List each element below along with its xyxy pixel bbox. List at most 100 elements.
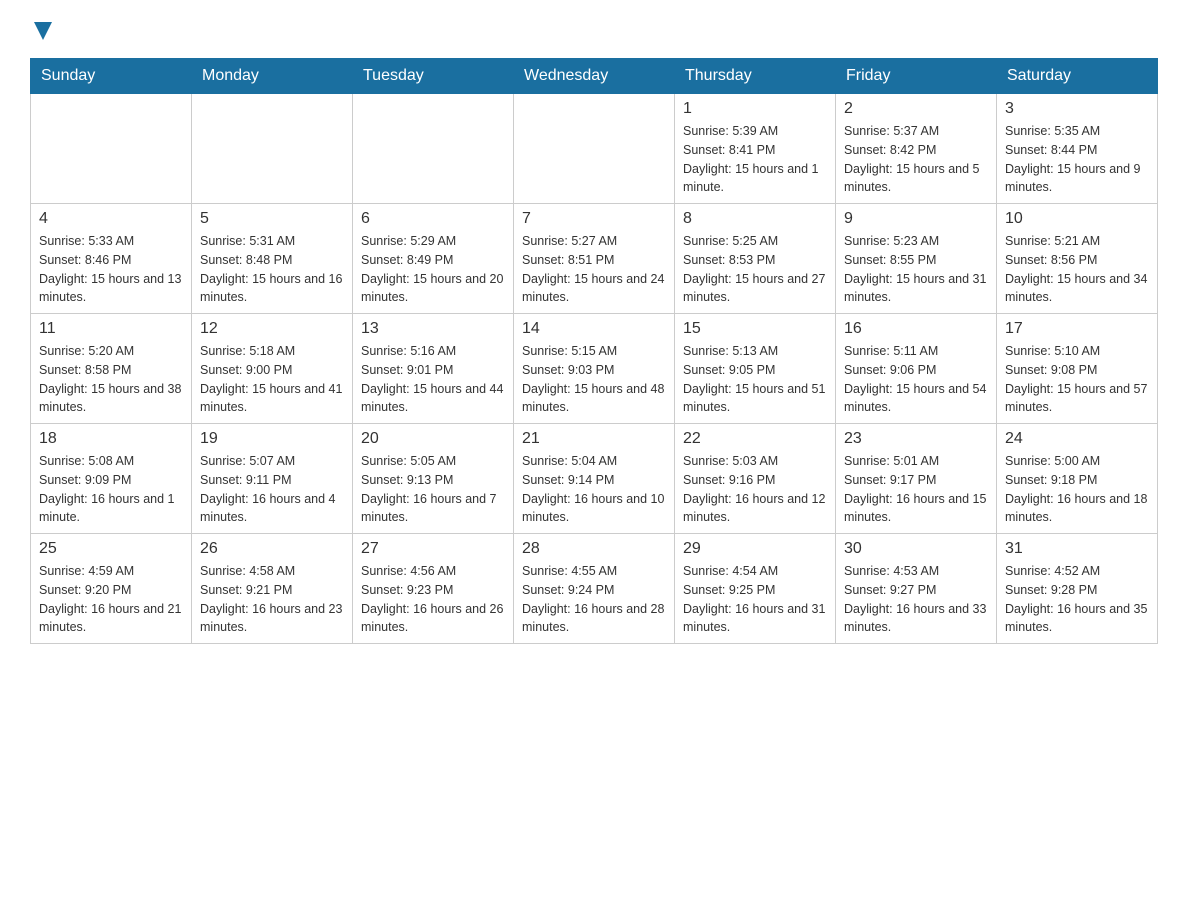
calendar-cell: 16 Sunrise: 5:11 AM Sunset: 9:06 PM Dayli…	[836, 314, 997, 424]
day-info: Sunrise: 5:16 AM Sunset: 9:01 PM Dayligh…	[361, 342, 505, 417]
calendar-cell: 28 Sunrise: 4:55 AM Sunset: 9:24 PM Dayli…	[514, 534, 675, 644]
day-info: Sunrise: 4:53 AM Sunset: 9:27 PM Dayligh…	[844, 562, 988, 637]
day-number: 8	[683, 210, 827, 228]
day-number: 9	[844, 210, 988, 228]
day-number: 14	[522, 320, 666, 338]
day-info: Sunrise: 5:11 AM Sunset: 9:06 PM Dayligh…	[844, 342, 988, 417]
calendar-week-row: 25 Sunrise: 4:59 AM Sunset: 9:20 PM Dayli…	[31, 534, 1158, 644]
calendar-cell: 1 Sunrise: 5:39 AM Sunset: 8:41 PM Daylig…	[675, 94, 836, 204]
calendar-cell: 17Sunrise: 5:10 AM Sunset: 9:08 PM Dayli…	[997, 314, 1158, 424]
calendar-cell: 22 Sunrise: 5:03 AM Sunset: 9:16 PM Dayli…	[675, 424, 836, 534]
day-info: Sunrise: 5:07 AM Sunset: 9:11 PM Dayligh…	[200, 452, 344, 527]
weekday-header-monday: Monday	[192, 59, 353, 94]
calendar-cell: 26 Sunrise: 4:58 AM Sunset: 9:21 PM Dayli…	[192, 534, 353, 644]
calendar-cell: 15 Sunrise: 5:13 AM Sunset: 9:05 PM Dayli…	[675, 314, 836, 424]
calendar-cell: 11Sunrise: 5:20 AM Sunset: 8:58 PM Dayli…	[31, 314, 192, 424]
calendar-cell	[31, 94, 192, 204]
calendar-cell: 6Sunrise: 5:29 AM Sunset: 8:49 PM Daylig…	[353, 204, 514, 314]
calendar-cell: 4 Sunrise: 5:33 AM Sunset: 8:46 PM Daylig…	[31, 204, 192, 314]
day-number: 3	[1005, 100, 1149, 118]
day-number: 10	[1005, 210, 1149, 228]
day-number: 28	[522, 540, 666, 558]
weekday-header-row: SundayMondayTuesdayWednesdayThursdayFrid…	[31, 59, 1158, 94]
calendar-cell: 5Sunrise: 5:31 AM Sunset: 8:48 PM Daylig…	[192, 204, 353, 314]
weekday-header-sunday: Sunday	[31, 59, 192, 94]
weekday-header-thursday: Thursday	[675, 59, 836, 94]
day-number: 7	[522, 210, 666, 228]
calendar-cell: 24Sunrise: 5:00 AM Sunset: 9:18 PM Dayli…	[997, 424, 1158, 534]
calendar-week-row: 11Sunrise: 5:20 AM Sunset: 8:58 PM Dayli…	[31, 314, 1158, 424]
calendar-cell: 30 Sunrise: 4:53 AM Sunset: 9:27 PM Dayli…	[836, 534, 997, 644]
day-info: Sunrise: 5:37 AM Sunset: 8:42 PM Dayligh…	[844, 122, 988, 197]
calendar-cell	[514, 94, 675, 204]
calendar-cell: 19 Sunrise: 5:07 AM Sunset: 9:11 PM Dayli…	[192, 424, 353, 534]
day-number: 23	[844, 430, 988, 448]
day-info: Sunrise: 5:05 AM Sunset: 9:13 PM Dayligh…	[361, 452, 505, 527]
day-info: Sunrise: 4:52 AM Sunset: 9:28 PM Dayligh…	[1005, 562, 1149, 637]
day-number: 13	[361, 320, 505, 338]
weekday-header-saturday: Saturday	[997, 59, 1158, 94]
day-number: 4	[39, 210, 183, 228]
day-info: Sunrise: 5:21 AM Sunset: 8:56 PM Dayligh…	[1005, 232, 1149, 307]
day-info: Sunrise: 4:55 AM Sunset: 9:24 PM Dayligh…	[522, 562, 666, 637]
day-info: Sunrise: 5:20 AM Sunset: 8:58 PM Dayligh…	[39, 342, 183, 417]
day-info: Sunrise: 4:59 AM Sunset: 9:20 PM Dayligh…	[39, 562, 183, 637]
day-number: 24	[1005, 430, 1149, 448]
day-number: 16	[844, 320, 988, 338]
calendar-week-row: 4 Sunrise: 5:33 AM Sunset: 8:46 PM Daylig…	[31, 204, 1158, 314]
day-number: 26	[200, 540, 344, 558]
day-number: 21	[522, 430, 666, 448]
calendar-cell: 31Sunrise: 4:52 AM Sunset: 9:28 PM Dayli…	[997, 534, 1158, 644]
day-number: 2	[844, 100, 988, 118]
day-info: Sunrise: 5:39 AM Sunset: 8:41 PM Dayligh…	[683, 122, 827, 197]
calendar-cell: 25 Sunrise: 4:59 AM Sunset: 9:20 PM Dayli…	[31, 534, 192, 644]
logo	[30, 20, 54, 38]
calendar-cell	[353, 94, 514, 204]
calendar-cell: 8 Sunrise: 5:25 AM Sunset: 8:53 PM Daylig…	[675, 204, 836, 314]
day-info: Sunrise: 5:04 AM Sunset: 9:14 PM Dayligh…	[522, 452, 666, 527]
day-info: Sunrise: 5:35 AM Sunset: 8:44 PM Dayligh…	[1005, 122, 1149, 197]
logo-arrow-icon	[32, 20, 54, 42]
calendar-cell: 23Sunrise: 5:01 AM Sunset: 9:17 PM Dayli…	[836, 424, 997, 534]
page-header	[30, 20, 1158, 38]
day-number: 17	[1005, 320, 1149, 338]
day-info: Sunrise: 4:58 AM Sunset: 9:21 PM Dayligh…	[200, 562, 344, 637]
calendar-cell: 9 Sunrise: 5:23 AM Sunset: 8:55 PM Daylig…	[836, 204, 997, 314]
day-info: Sunrise: 5:33 AM Sunset: 8:46 PM Dayligh…	[39, 232, 183, 307]
day-info: Sunrise: 5:15 AM Sunset: 9:03 PM Dayligh…	[522, 342, 666, 417]
day-info: Sunrise: 5:08 AM Sunset: 9:09 PM Dayligh…	[39, 452, 183, 527]
day-number: 5	[200, 210, 344, 228]
calendar-cell	[192, 94, 353, 204]
day-number: 6	[361, 210, 505, 228]
day-number: 22	[683, 430, 827, 448]
calendar-cell: 2 Sunrise: 5:37 AM Sunset: 8:42 PM Daylig…	[836, 94, 997, 204]
day-number: 30	[844, 540, 988, 558]
day-number: 25	[39, 540, 183, 558]
calendar-cell: 3 Sunrise: 5:35 AM Sunset: 8:44 PM Daylig…	[997, 94, 1158, 204]
calendar-week-row: 18 Sunrise: 5:08 AM Sunset: 9:09 PM Dayli…	[31, 424, 1158, 534]
calendar-cell: 12 Sunrise: 5:18 AM Sunset: 9:00 PM Dayli…	[192, 314, 353, 424]
calendar-cell: 10 Sunrise: 5:21 AM Sunset: 8:56 PM Dayli…	[997, 204, 1158, 314]
calendar-cell: 27Sunrise: 4:56 AM Sunset: 9:23 PM Dayli…	[353, 534, 514, 644]
day-info: Sunrise: 5:18 AM Sunset: 9:00 PM Dayligh…	[200, 342, 344, 417]
day-number: 19	[200, 430, 344, 448]
calendar-cell: 7Sunrise: 5:27 AM Sunset: 8:51 PM Daylig…	[514, 204, 675, 314]
day-number: 15	[683, 320, 827, 338]
day-number: 29	[683, 540, 827, 558]
day-number: 20	[361, 430, 505, 448]
weekday-header-wednesday: Wednesday	[514, 59, 675, 94]
day-info: Sunrise: 4:54 AM Sunset: 9:25 PM Dayligh…	[683, 562, 827, 637]
day-number: 27	[361, 540, 505, 558]
day-info: Sunrise: 5:13 AM Sunset: 9:05 PM Dayligh…	[683, 342, 827, 417]
calendar-cell: 21 Sunrise: 5:04 AM Sunset: 9:14 PM Dayli…	[514, 424, 675, 534]
weekday-header-tuesday: Tuesday	[353, 59, 514, 94]
day-number: 12	[200, 320, 344, 338]
weekday-header-friday: Friday	[836, 59, 997, 94]
calendar-cell: 29 Sunrise: 4:54 AM Sunset: 9:25 PM Dayli…	[675, 534, 836, 644]
day-info: Sunrise: 5:03 AM Sunset: 9:16 PM Dayligh…	[683, 452, 827, 527]
day-number: 18	[39, 430, 183, 448]
day-info: Sunrise: 5:23 AM Sunset: 8:55 PM Dayligh…	[844, 232, 988, 307]
calendar-table: SundayMondayTuesdayWednesdayThursdayFrid…	[30, 58, 1158, 644]
day-number: 1	[683, 100, 827, 118]
day-info: Sunrise: 5:25 AM Sunset: 8:53 PM Dayligh…	[683, 232, 827, 307]
